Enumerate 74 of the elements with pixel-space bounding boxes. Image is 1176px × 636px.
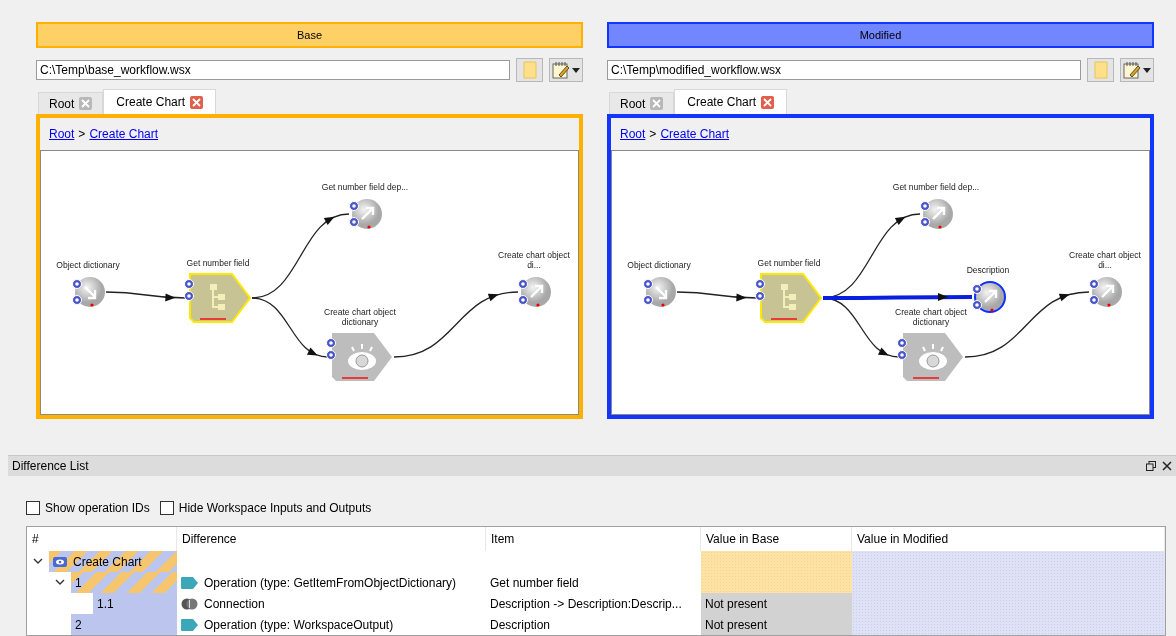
breadcrumb-separator: >: [649, 127, 657, 141]
column-header[interactable]: Item: [491, 532, 515, 546]
node-label: Get number field dep...: [891, 181, 981, 192]
breadcrumb-link[interactable]: Create Chart: [89, 127, 159, 141]
breadcrumb-link[interactable]: Create Chart: [660, 127, 730, 141]
edit-dropdown-button[interactable]: [549, 58, 583, 82]
tree-row-label[interactable]: 2: [71, 614, 177, 635]
table-cell: Connection: [204, 596, 265, 611]
operation-node[interactable]: [326, 331, 394, 383]
tab[interactable]: Root: [609, 92, 675, 114]
table-cell: Description -> Description:Descrip...: [490, 596, 682, 611]
node-label: Get number field: [756, 257, 822, 268]
operation-node[interactable]: [347, 196, 383, 232]
connection-icon: [181, 597, 198, 610]
breadcrumb-separator: >: [78, 127, 86, 141]
operation-node[interactable]: [918, 196, 954, 232]
tab[interactable]: Create Chart: [103, 89, 217, 114]
operation-node[interactable]: [970, 279, 1006, 315]
folder-icon: [1093, 61, 1108, 79]
folder-icon: [522, 61, 537, 79]
node-label: Create chart object dictionary: [894, 306, 968, 327]
expand-caret-icon[interactable]: [33, 558, 43, 565]
column-header[interactable]: Value in Modified: [857, 532, 949, 546]
tree-row-label[interactable]: Create Chart: [49, 551, 177, 572]
operation-node[interactable]: [516, 274, 552, 310]
caret-icon[interactable]: [572, 67, 580, 73]
node-label: Object dictionary: [626, 259, 692, 270]
file-path-field[interactable]: C:\Temp\modified_workflow.wsx: [607, 60, 1081, 80]
operation-icon: [181, 618, 198, 631]
checkbox-label: Show operation IDs: [45, 501, 150, 515]
breadcrumb-link[interactable]: Root: [49, 127, 75, 141]
expand-caret-icon[interactable]: [55, 579, 65, 586]
node-label: Create chart object di...: [1068, 249, 1142, 270]
checkbox-label: Hide Workspace Inputs and Outputs: [178, 501, 372, 515]
base-value-cell: Not present: [701, 593, 852, 614]
table-cell: Description: [490, 617, 551, 632]
base-value-cell: Not present: [701, 614, 852, 635]
file-path-field[interactable]: C:\Temp\base_workflow.wsx: [36, 60, 510, 80]
tree-row-label[interactable]: 1.1: [93, 593, 177, 614]
node-label: Description: [965, 264, 1011, 275]
restore-icon[interactable]: [1146, 461, 1156, 471]
node-label: Get number field: [185, 257, 251, 268]
operation-node[interactable]: [755, 272, 823, 324]
column-header[interactable]: Difference: [182, 532, 237, 546]
tab[interactable]: Root: [38, 92, 104, 114]
node-label: Create chart object dictionary: [323, 306, 397, 327]
checkbox[interactable]: [26, 501, 40, 515]
tree-row-label[interactable]: 1: [71, 572, 177, 593]
column-header[interactable]: #: [32, 532, 39, 546]
column-header[interactable]: Value in Base: [706, 532, 780, 546]
table-cell: Operation (type: GetItemFromObjectDictionary): [204, 575, 457, 590]
node-label: Get number field dep...: [320, 181, 410, 192]
workflow-icon: [53, 556, 67, 567]
operation-node[interactable]: [641, 274, 677, 310]
pane-header: Base: [36, 22, 583, 48]
node-label: Create chart object di...: [497, 249, 571, 270]
operation-node[interactable]: [70, 274, 106, 310]
notepad-icon[interactable]: [552, 61, 570, 79]
edit-dropdown-button[interactable]: [1120, 58, 1154, 82]
panel-title: Difference List: [12, 459, 90, 473]
table-cell: Operation (type: WorkspaceOutput): [204, 617, 394, 632]
caret-icon[interactable]: [1143, 67, 1151, 73]
close-icon[interactable]: [1162, 461, 1172, 471]
notepad-icon[interactable]: [1123, 61, 1141, 79]
operation-node[interactable]: [897, 331, 965, 383]
operation-node[interactable]: [184, 272, 252, 324]
table-cell: Get number field: [490, 575, 579, 590]
node-label: Object dictionary: [55, 259, 121, 270]
operation-icon: [181, 576, 198, 589]
pane-header: Modified: [607, 22, 1154, 48]
operation-node[interactable]: [1087, 274, 1123, 310]
tab[interactable]: Create Chart: [674, 89, 788, 114]
breadcrumb-link[interactable]: Root: [620, 127, 646, 141]
checkbox[interactable]: [159, 501, 174, 515]
